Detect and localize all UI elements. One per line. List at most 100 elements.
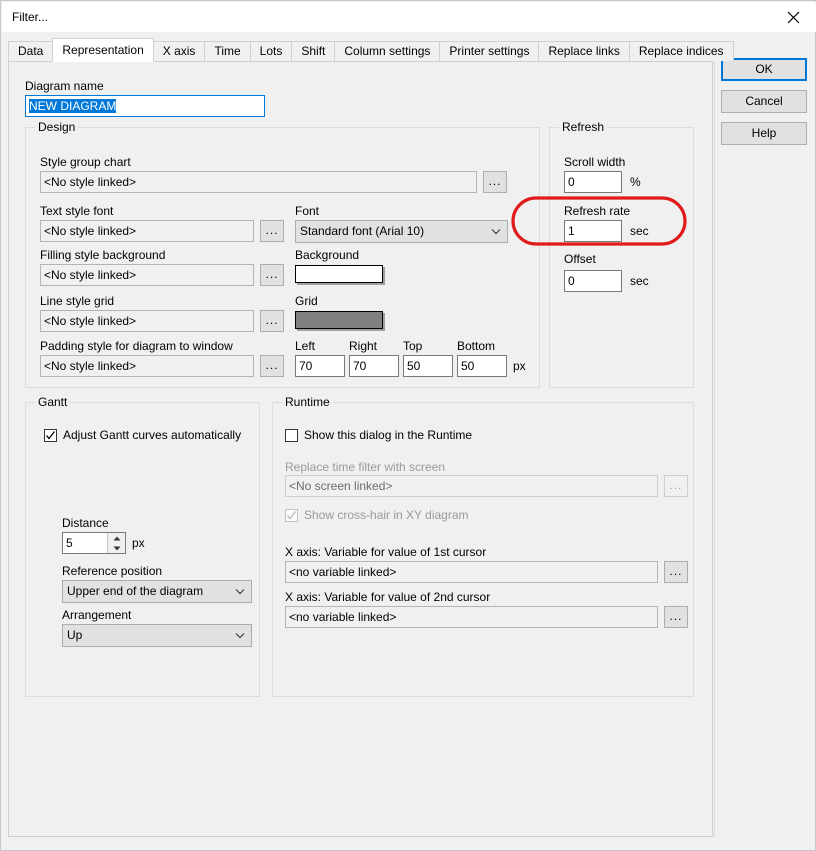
diagram-name-input[interactable]: NEW DIAGRAM (25, 95, 265, 117)
filling-style-background-label: Filling style background (40, 248, 166, 262)
text-style-font-label: Text style font (40, 204, 114, 218)
tab-strip: Data Representation X axis Time Lots Shi… (8, 38, 734, 62)
replace-time-filter-label: Replace time filter with screen (285, 460, 446, 474)
reference-position-value: Upper end of the diagram (67, 584, 204, 598)
line-style-grid-input[interactable]: <No style linked> (40, 310, 254, 332)
panel-divider (714, 61, 715, 837)
text-style-font-input[interactable]: <No style linked> (40, 220, 254, 242)
help-button[interactable]: Help (721, 122, 807, 145)
offset-label: Offset (564, 252, 596, 266)
checkbox-checked-icon (44, 428, 57, 442)
show-dialog-runtime-checkbox[interactable]: Show this dialog in the Runtime (285, 428, 472, 442)
arrangement-combobox[interactable]: Up (62, 624, 252, 647)
distance-unit-label: px (132, 536, 145, 550)
style-group-chart-browse-button[interactable]: ... (483, 171, 507, 193)
scroll-width-input[interactable]: 0 (564, 171, 622, 193)
filling-style-background-input[interactable]: <No style linked> (40, 264, 254, 286)
spinner-up-icon[interactable] (108, 533, 125, 543)
text-style-font-browse-button[interactable]: ... (260, 220, 284, 242)
checkbox-unchecked-icon (285, 428, 298, 442)
background-label: Background (295, 248, 360, 262)
arrangement-value: Up (67, 628, 83, 642)
padding-style-label: Padding style for diagram to window (40, 339, 233, 353)
padding-top-input[interactable]: 50 (403, 355, 453, 377)
scroll-width-unit-label: % (630, 175, 641, 189)
padding-unit-label: px (513, 359, 526, 373)
grid-color-swatch[interactable] (295, 311, 383, 329)
distance-label: Distance (62, 516, 109, 530)
replace-time-filter-browse-button[interactable]: ... (664, 475, 688, 497)
refresh-rate-label: Refresh rate (564, 204, 631, 218)
tab-replace-indices[interactable]: Replace indices (628, 41, 734, 61)
close-icon[interactable] (770, 2, 816, 32)
tab-representation[interactable]: Representation (52, 38, 154, 62)
diagram-name-value: NEW DIAGRAM (29, 99, 117, 113)
offset-input[interactable]: 0 (564, 270, 622, 292)
chevron-down-icon (235, 581, 245, 602)
runtime-group-title: Runtime (282, 395, 333, 409)
padding-style-browse-button[interactable]: ... (260, 355, 284, 377)
tab-x-axis[interactable]: X axis (152, 41, 206, 61)
cursor1-input[interactable]: <no variable linked> (285, 561, 658, 583)
offset-unit-label: sec (630, 274, 649, 288)
tab-column-settings[interactable]: Column settings (334, 41, 441, 61)
style-group-chart-input[interactable]: <No style linked> (40, 171, 477, 193)
cursor1-browse-button[interactable]: ... (664, 561, 688, 583)
line-style-grid-browse-button[interactable]: ... (260, 310, 284, 332)
filter-dialog-window: Filter... Data Representation X axis Tim… (0, 0, 816, 851)
adjust-gantt-curves-label: Adjust Gantt curves automatically (63, 428, 242, 442)
cursor2-input[interactable]: <no variable linked> (285, 606, 658, 628)
padding-bottom-label: Bottom (457, 339, 496, 353)
padding-left-label: Left (295, 339, 316, 353)
spinner-buttons[interactable] (107, 533, 125, 553)
tab-data[interactable]: Data (8, 41, 54, 61)
distance-spinner[interactable]: 5 (62, 532, 126, 554)
style-group-chart-label: Style group chart (40, 155, 131, 169)
padding-top-label: Top (403, 339, 423, 353)
design-group-title: Design (35, 120, 79, 134)
runtime-group: Runtime Show this dialog in the Runtime … (272, 395, 694, 697)
window-title: Filter... (12, 10, 49, 24)
distance-value: 5 (66, 536, 73, 550)
padding-style-input[interactable]: <No style linked> (40, 355, 254, 377)
diagram-name-label: Diagram name (25, 79, 104, 93)
filling-style-background-browse-button[interactable]: ... (260, 264, 284, 286)
padding-left-input[interactable]: 70 (295, 355, 345, 377)
refresh-rate-unit-label: sec (630, 224, 649, 238)
cancel-button[interactable]: Cancel (721, 90, 807, 113)
refresh-rate-input[interactable]: 1 (564, 220, 622, 242)
cursor2-label: X axis: Variable for value of 2nd cursor (285, 590, 491, 604)
cursor2-browse-button[interactable]: ... (664, 606, 688, 628)
ok-button[interactable]: OK (721, 58, 807, 81)
refresh-group-title: Refresh (559, 120, 608, 134)
chevron-down-icon (235, 625, 245, 646)
reference-position-combobox[interactable]: Upper end of the diagram (62, 580, 252, 603)
tab-lots[interactable]: Lots (249, 41, 293, 61)
tab-time[interactable]: Time (204, 41, 251, 61)
padding-bottom-input[interactable]: 50 (457, 355, 507, 377)
font-combobox[interactable]: Standard font (Arial 10) (295, 220, 508, 243)
replace-time-filter-input[interactable]: <No screen linked> (285, 475, 658, 497)
cursor1-label: X axis: Variable for value of 1st cursor (285, 545, 487, 559)
gantt-group: Gantt Adjust Gantt curves automatically … (25, 395, 260, 697)
show-crosshair-checkbox[interactable]: Show cross-hair in XY diagram (285, 508, 469, 522)
background-color-swatch[interactable] (295, 265, 383, 283)
gantt-group-title: Gantt (35, 395, 71, 409)
tab-shift[interactable]: Shift (291, 41, 336, 61)
font-combobox-value: Standard font (Arial 10) (300, 224, 425, 238)
tab-printer-settings[interactable]: Printer settings (439, 41, 540, 61)
chevron-down-icon (491, 221, 501, 242)
refresh-group: Refresh Scroll width 0 % Refresh rate 1 … (549, 120, 694, 388)
show-dialog-runtime-label: Show this dialog in the Runtime (304, 428, 473, 442)
padding-right-input[interactable]: 70 (349, 355, 399, 377)
checkbox-checked-disabled-icon (285, 508, 298, 522)
adjust-gantt-curves-checkbox[interactable]: Adjust Gantt curves automatically (44, 428, 241, 442)
spinner-down-icon[interactable] (108, 543, 125, 553)
reference-position-label: Reference position (62, 564, 163, 578)
padding-right-label: Right (349, 339, 378, 353)
tab-page-representation: Diagram name NEW DIAGRAM Design Style gr… (8, 61, 713, 837)
tab-replace-links[interactable]: Replace links (538, 41, 630, 61)
show-crosshair-label: Show cross-hair in XY diagram (304, 508, 469, 522)
font-label: Font (295, 204, 320, 218)
line-style-grid-label: Line style grid (40, 294, 115, 308)
